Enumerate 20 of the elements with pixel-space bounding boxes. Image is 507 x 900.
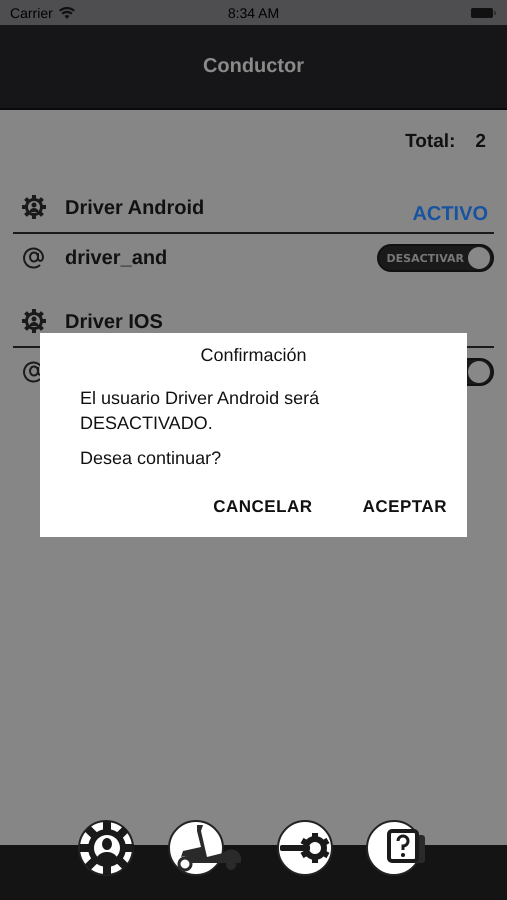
battery-icon	[471, 6, 497, 18]
dialog-button[interactable]: ACEPTAR	[362, 493, 447, 521]
status-time: 8:34 AM	[228, 4, 280, 20]
total-label: Total:	[405, 131, 456, 154]
carrier-label: Carrier	[10, 4, 53, 20]
username: driver_and	[65, 246, 168, 270]
gear-person-icon	[21, 308, 47, 334]
driver-name: Driver Android	[65, 196, 204, 220]
total-value: 2	[475, 131, 486, 154]
at-sign-icon	[21, 245, 47, 271]
screen-title: Conductor	[202, 55, 304, 78]
wifi-icon	[58, 6, 75, 18]
dialog-button[interactable]: CANCELAR	[213, 493, 313, 521]
status-label: ACTIVO	[412, 203, 489, 227]
dialog-message: Desea continuar?	[80, 447, 222, 470]
gear-person-icon	[21, 194, 47, 220]
toggle-switch[interactable]: DESACTIVAR	[376, 244, 494, 272]
dialog-message: El usuario Driver Android será DESACTIVADO.	[80, 387, 320, 435]
dialog-title: Confirmación	[199, 345, 308, 366]
driver-name: Driver IOS	[65, 310, 163, 334]
